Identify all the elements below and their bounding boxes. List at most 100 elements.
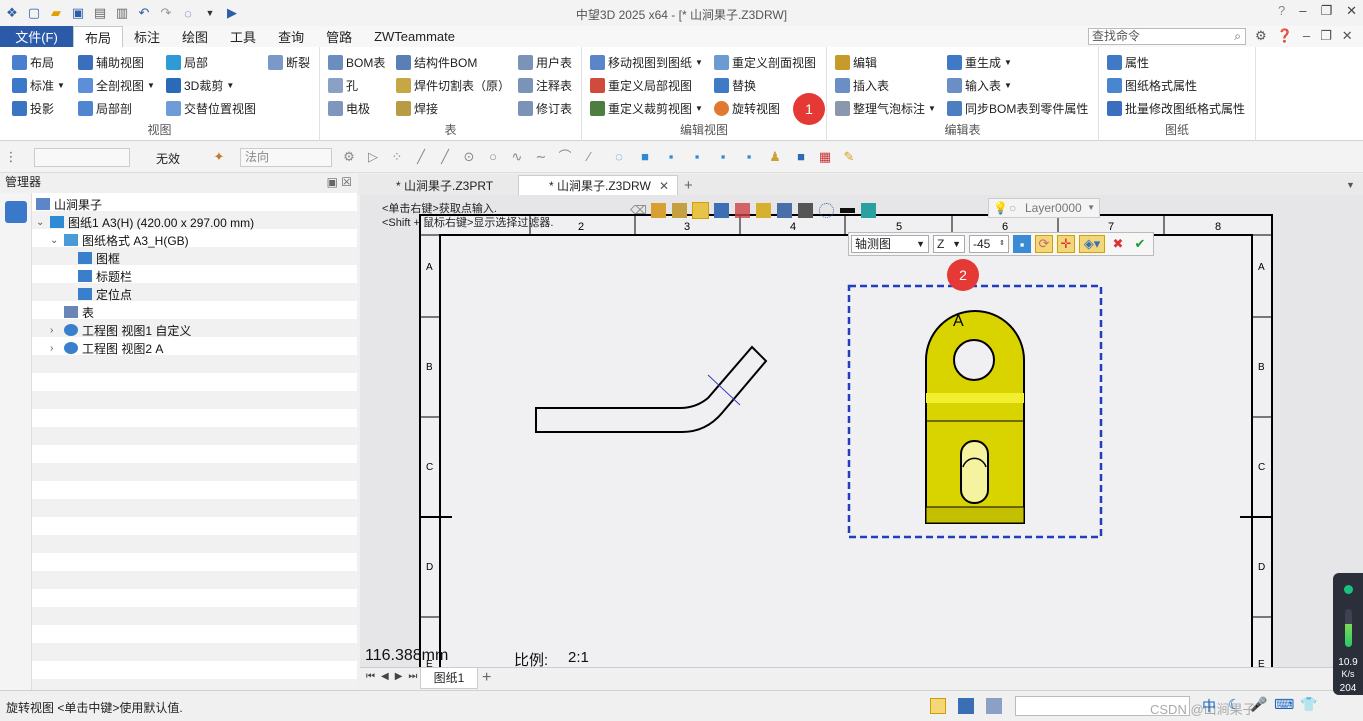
snap-center-icon[interactable]: ⊙ [462,150,476,164]
tree-node-sheet1[interactable]: ⌄ 图纸1 A3(H) (420.00 x 297.00 mm) [36,213,254,231]
grid-icon[interactable] [735,202,750,218]
tree-node-anchor[interactable]: 定位点 [78,285,132,303]
doc-tab-part[interactable]: * 山涧果子.Z3PRT [386,175,514,195]
spinner-icon[interactable]: ⇕ [999,236,1005,252]
tabs-dropdown-icon[interactable]: ▼ [1346,175,1361,195]
tree-node-view2[interactable]: › 工程图 视图2 A [50,339,163,357]
expander-icon[interactable]: › [50,325,60,336]
layer-cube-icon[interactable] [861,202,876,218]
snap-points-icon[interactable]: ⁘ [390,150,404,164]
snap-wave-icon[interactable]: ∼ [534,150,548,164]
batch-format-button[interactable]: 批量修改图纸格式属性 [1107,98,1245,118]
rotate-swap-icon[interactable]: ⟳ [1035,235,1053,253]
struct-bom-button[interactable]: 结构件BOM [396,52,477,72]
view-shade-icon[interactable]: ♟ [768,150,782,164]
electrode-table-button[interactable]: 电极 [328,98,370,118]
mdi-restore-icon[interactable]: ❐ [1320,28,1332,44]
print-icon[interactable]: ▤ [92,5,108,21]
view-iso-icon[interactable]: ▪ [742,150,756,164]
angle-input[interactable]: -45 ⇕ [969,235,1009,253]
cancel-x-icon[interactable]: ✖ [1109,235,1127,253]
new-tab-icon[interactable]: + [680,175,700,195]
replace-button[interactable]: 替换 [714,75,756,95]
partial-section-button[interactable]: 局部剖 [78,98,132,118]
expander-icon[interactable]: ⌄ [36,217,46,228]
expander-icon[interactable]: ⌄ [50,235,60,246]
help-icon[interactable]: ? [1278,3,1285,19]
toggle-icon[interactable] [714,202,729,218]
expander-icon[interactable]: › [50,343,60,354]
view-grid-icon[interactable]: ▦ [818,150,832,164]
redefine-section-button[interactable]: 重定义剖面视图 [714,52,816,72]
snap-line2-icon[interactable]: ╱ [438,150,452,164]
partial-view-button[interactable]: 局部 [166,52,208,72]
status-screen-icon[interactable] [958,698,974,714]
redo-icon[interactable]: ↷ [158,5,174,21]
view-side-icon[interactable]: ▪ [690,150,704,164]
snap-line-icon[interactable]: ╱ [414,150,428,164]
status-toggle-icon[interactable] [930,698,946,714]
minimize-icon[interactable]: – [1299,3,1306,19]
snap-arc-icon[interactable]: ⌒ [558,150,572,164]
normal-direction-combo[interactable]: 法向 [240,148,332,167]
sheet-nav-icon[interactable]: ⏮◀▶⏭ [366,671,423,682]
view-top-icon[interactable]: ▪ [716,150,730,164]
open-folder-icon[interactable]: ▰ [48,5,64,21]
insert-table-button[interactable]: 插入表 [835,75,889,95]
view-cube-icon[interactable]: ■ [638,150,652,164]
settings-gear-icon[interactable]: ⚙ [1255,28,1267,44]
dropdown-arrow-icon[interactable]: ▼ [202,5,218,21]
regen-icon[interactable]: ◌ [180,5,196,21]
bom-button[interactable]: BOM表 [328,52,385,72]
tab-annotate[interactable]: 标注 [123,26,171,47]
hole-table-button[interactable]: 孔 [328,75,358,95]
tab-piping[interactable]: 管路 [315,26,363,47]
user-table-button[interactable]: 用户表 [518,52,572,72]
layer-selector[interactable]: 💡 ○ Layer0000 ▼ [988,198,1100,218]
view-brush-icon[interactable]: ✎ [842,150,856,164]
aux-view-button[interactable]: 辅助视图 [78,52,144,72]
standard-view-button[interactable]: 标准 ▼ [12,75,65,95]
axis-combo[interactable]: Z ▼ [933,235,965,253]
view-rotate-icon[interactable]: ◌ [612,150,626,164]
new-file-icon[interactable]: ▢ [26,5,42,21]
help-circle-icon[interactable]: ❓ [1277,28,1293,44]
sheet-format-props-button[interactable]: 图纸格式属性 [1107,75,1197,95]
input-table-button[interactable]: 输入表 ▼ [947,75,1012,95]
status-list-icon[interactable] [986,698,1002,714]
doc-tab-drawing[interactable]: * 山涧果子.Z3DRW ✕ [518,175,678,195]
properties-button[interactable]: 属性 [1107,52,1149,72]
snap-slash-icon[interactable]: ⁄ [582,150,596,164]
display-mode-icon[interactable] [798,202,813,218]
view-display-icon[interactable]: ■ [794,150,808,164]
mdi-minimize-icon[interactable]: – [1303,28,1310,44]
snap-curve-icon[interactable]: ∿ [510,150,524,164]
brush-icon[interactable] [672,202,687,218]
pen-icon[interactable] [651,202,666,218]
snap-circle-icon[interactable]: ○ [486,150,500,164]
render-style-icon[interactable]: ◈▾ [1079,235,1105,253]
history-manager-icon[interactable] [5,201,27,223]
manager-panel-controls[interactable]: ▣ ☒ [327,174,352,191]
ime-keyboard-icon[interactable]: ⌨ [1274,696,1294,713]
tree-node-title-block[interactable]: 标题栏 [78,267,132,285]
view-square-icon[interactable]: ▪ [1013,235,1031,253]
confirm-check-icon[interactable]: ✔ [1131,235,1149,253]
close-icon[interactable]: ✕ [1346,3,1357,19]
ime-zh-label[interactable]: 中 [1202,696,1216,716]
drawing-canvas[interactable]: 2 3 4 5 6 7 8 A B C D E A B C D E A <单击右… [360,195,1363,667]
rotate-view-button[interactable]: 旋转视图 [714,98,780,118]
line-weight-icon[interactable] [840,207,855,213]
full-section-button[interactable]: 全剖视图 ▼ [78,75,155,95]
file-menu-button[interactable]: 文件(F) [0,26,73,47]
view-orientation-combo[interactable]: 轴测图 ▼ [851,235,929,253]
projection-button[interactable]: 投影 [12,98,54,118]
print-preview-icon[interactable]: ▥ [114,5,130,21]
crop-3d-button[interactable]: 3D裁剪 ▼ [166,75,234,95]
tab-draw[interactable]: 绘图 [171,26,219,47]
sheet-tab-1[interactable]: 图纸1 [420,668,478,689]
snap-play-icon[interactable]: ▷ [366,150,380,164]
weld-table-button[interactable]: 焊接 [396,98,438,118]
weld-cut-table-button[interactable]: 焊件切割表（原） [396,75,510,95]
tree-node-view1[interactable]: › 工程图 视图1 自定义 [50,321,191,339]
